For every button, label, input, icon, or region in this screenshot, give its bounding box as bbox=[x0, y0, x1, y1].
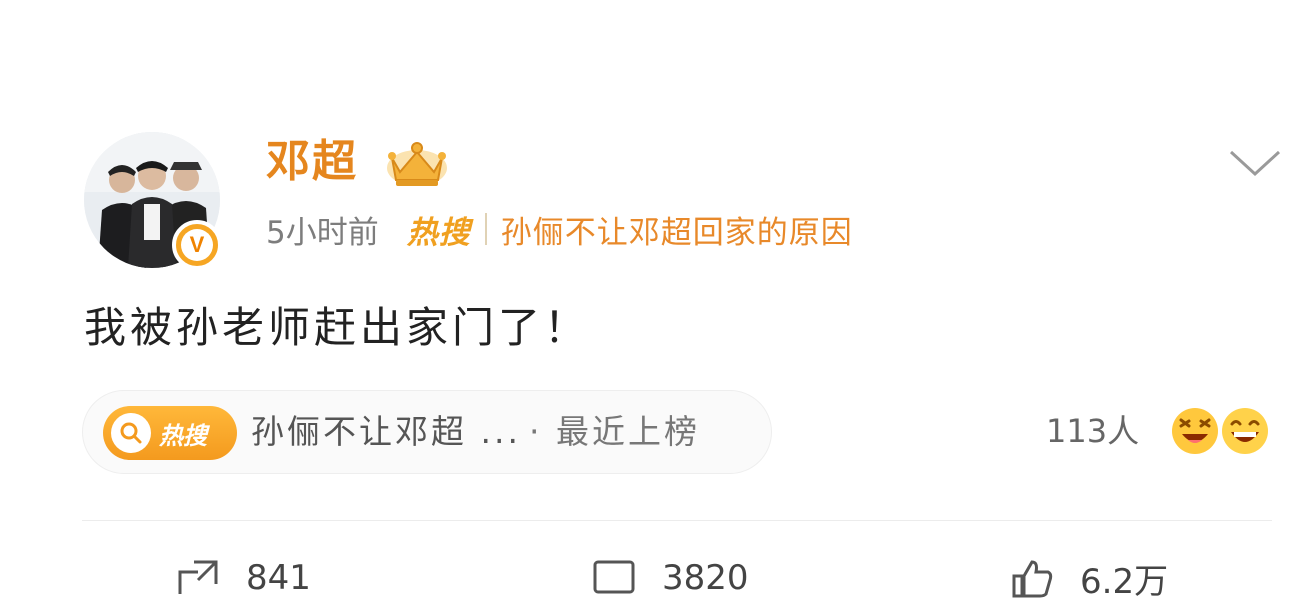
hot-search-badge-label: 热搜 bbox=[159, 421, 207, 450]
hot-topic-link[interactable]: 孙俪不让邓超回家的原因 bbox=[501, 207, 853, 252]
hot-search-tag[interactable]: 热搜 bbox=[407, 207, 471, 252]
comment-icon bbox=[593, 560, 635, 594]
hot-search-card[interactable]: 热搜 孙俪不让邓超 ... · 最近上榜 bbox=[82, 390, 772, 474]
verified-badge-icon: V bbox=[172, 220, 222, 270]
laughing-emoji-icon[interactable] bbox=[1170, 406, 1220, 456]
comment-button[interactable]: 3820 bbox=[592, 558, 749, 598]
post-time: 5小时前 bbox=[266, 214, 379, 251]
repost-icon bbox=[178, 560, 218, 594]
like-icon bbox=[1012, 560, 1053, 598]
like-count: 6.2万 bbox=[1080, 561, 1169, 602]
repost-button[interactable]: 841 bbox=[176, 558, 311, 598]
comment-count: 3820 bbox=[662, 558, 749, 598]
hot-card-rank: · 最近上榜 bbox=[528, 412, 700, 451]
crown-icon bbox=[387, 142, 447, 186]
username[interactable]: 邓超 bbox=[266, 134, 358, 190]
grinning-emoji-icon[interactable] bbox=[1220, 406, 1270, 456]
post-text: 我被孙老师赶出家门了！ bbox=[84, 303, 591, 352]
hot-card-topic: 孙俪不让邓超 ... bbox=[251, 412, 521, 451]
like-button[interactable]: 6.2万 bbox=[1010, 558, 1168, 602]
post-meta: 5小时前 热搜 孙俪不让邓超回家的原因 bbox=[266, 204, 853, 254]
chevron-down-icon[interactable] bbox=[1228, 148, 1282, 180]
search-icon bbox=[111, 413, 151, 453]
repost-count: 841 bbox=[246, 558, 311, 598]
reactions-count[interactable]: 113人 bbox=[1046, 408, 1139, 454]
meta-divider bbox=[484, 213, 487, 245]
hot-card-text: 孙俪不让邓超 ... · 最近上榜 bbox=[251, 407, 700, 457]
action-divider bbox=[82, 520, 1272, 521]
hot-search-badge: 热搜 bbox=[103, 406, 237, 460]
